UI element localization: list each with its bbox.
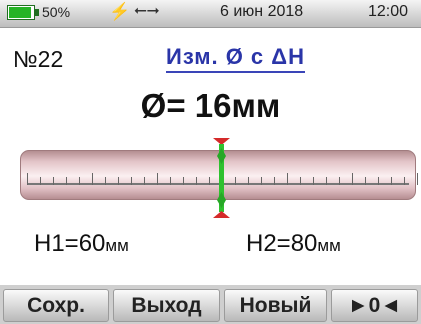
lightning-icon: ⚡ (109, 2, 131, 21)
marker-upper-notch (217, 148, 226, 164)
ruler-tick (339, 177, 340, 185)
ruler-tick (365, 177, 366, 185)
marker-bottom-triangle (213, 211, 230, 218)
ruler-tick (27, 173, 28, 185)
ruler-tick (248, 177, 249, 185)
h2-readout: H2=80мм (246, 230, 341, 258)
new-button[interactable]: Новый (224, 289, 327, 322)
ruler-tick (261, 177, 262, 185)
ruler-tick (404, 177, 405, 185)
battery-level-fill (9, 7, 31, 18)
ruler-tick (235, 177, 236, 185)
h1-readout: H1=60мм (34, 230, 129, 258)
ruler-tick (66, 177, 67, 185)
battery-icon (7, 5, 35, 20)
save-button[interactable]: Сохр. (3, 289, 109, 322)
exit-button[interactable]: Выход (113, 289, 220, 322)
ruler-tick (157, 173, 158, 185)
marker-top-triangle (213, 138, 230, 145)
h2-value: H2=80 (246, 230, 318, 257)
ruler-tick (196, 177, 197, 185)
ruler-tick (300, 177, 301, 185)
ruler-tick (105, 177, 106, 185)
ruler-tick (79, 177, 80, 185)
ruler-tick (274, 177, 275, 185)
status-bar: 50% ⚡ ⭠⭢ 6 июн 2018 12:00 (0, 0, 421, 28)
ruler-tick (287, 173, 288, 185)
ruler-tick (378, 177, 379, 185)
ruler-tick (326, 177, 327, 185)
ruler-tick (144, 177, 145, 185)
ruler-tick (417, 173, 418, 185)
ruler-tick (92, 173, 93, 185)
h2-unit: мм (317, 236, 341, 255)
time-text: 12:00 (368, 3, 409, 20)
battery-percent: 50% (42, 4, 71, 20)
softkey-bar: Сохр. Выход Новый ►0◄ (0, 285, 421, 324)
h1-value: H1=60 (34, 230, 106, 257)
usb-icon: ⭠⭢ (134, 2, 160, 19)
diameter-readout: Ø= 16мм (140, 87, 281, 124)
position-marker (213, 138, 230, 218)
record-number: №22 (13, 46, 64, 72)
ruler-tick (170, 177, 171, 185)
ruler-tick (131, 177, 132, 185)
ruler-tick (40, 177, 41, 185)
ruler-tick (118, 177, 119, 185)
ruler-tick (183, 177, 184, 185)
marker-lower-notch (217, 192, 226, 208)
ruler-tick (391, 177, 392, 185)
ruler-tick (209, 177, 210, 185)
ruler-tick (53, 177, 54, 185)
device-screen: 50% ⚡ ⭠⭢ 6 июн 2018 12:00 №22 Изм. Ø с Δ… (0, 0, 421, 324)
mode-title: Изм. Ø с ΔH (166, 44, 305, 73)
battery-tip (35, 9, 39, 16)
zero-button[interactable]: ►0◄ (331, 289, 418, 322)
ruler-tick (313, 177, 314, 185)
h1-unit: мм (105, 236, 129, 255)
ruler-tick (352, 173, 353, 185)
date-text: 6 июн 2018 (220, 3, 304, 20)
